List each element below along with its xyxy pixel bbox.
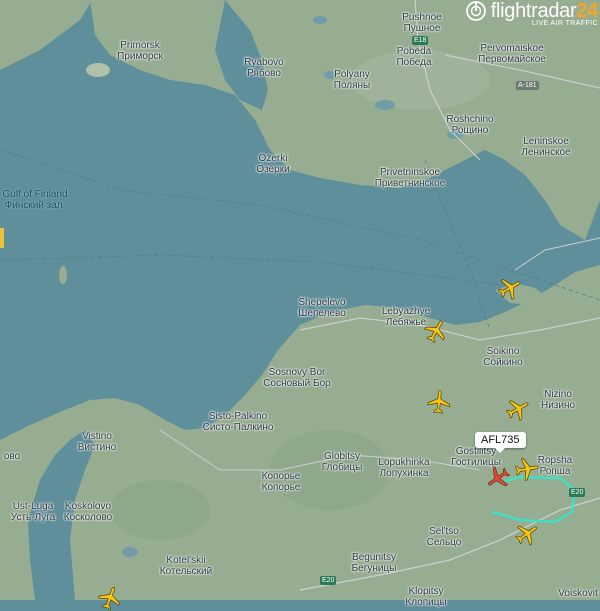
island-primorsk bbox=[86, 63, 110, 77]
aircraft-marker[interactable] bbox=[514, 521, 540, 547]
forest-patch-southwest bbox=[110, 480, 210, 540]
place-label-nizino: Nizino Низино bbox=[540, 389, 576, 411]
brand-header[interactable]: flightradar24 LIVE AIR TRAFFIC bbox=[465, 0, 599, 27]
place-label-seltso: Sel'tso Сельцо bbox=[426, 526, 462, 548]
airplane-icon bbox=[98, 586, 120, 611]
place-label-globitsy: Globitsy Глобицы bbox=[321, 451, 363, 473]
aircraft-marker[interactable] bbox=[423, 318, 449, 344]
lake-4 bbox=[313, 16, 327, 24]
road-shield-e18: E18 bbox=[412, 36, 429, 45]
place-label-pobeda: Pobeda Победа bbox=[396, 46, 432, 68]
airplane-icon bbox=[515, 525, 537, 546]
aircraft-marker[interactable] bbox=[97, 585, 123, 611]
place-label-klopitsy: Klopitsy Клопицы bbox=[405, 586, 447, 608]
aircraft-marker[interactable] bbox=[426, 389, 452, 415]
place-label-ust-luga: Ust-Luga Усть-Луга bbox=[10, 501, 56, 523]
place-label-polyany: Polyany Поляны bbox=[333, 69, 371, 91]
road-shield-e20-east: E20 bbox=[569, 488, 586, 497]
place-label-ovo: ово bbox=[3, 451, 21, 462]
airplane-icon bbox=[424, 320, 445, 344]
selected-flight-callout[interactable]: AFL735 bbox=[475, 432, 526, 453]
place-label-leninskoe: Leninskoe Ленинское bbox=[521, 136, 571, 158]
place-label-privetninskoe: Privetninskoe Приветнинское bbox=[374, 167, 446, 189]
place-label-sosnovy-bor: Sosnovy Bor Сосновый Бор bbox=[263, 367, 331, 389]
place-label-roshchino: Roshchino Рощино bbox=[446, 114, 494, 136]
place-label-gulf-of-finland: Gulf of Finland Финский зал. bbox=[2, 189, 68, 211]
airplane-icon bbox=[514, 458, 539, 481]
road-shield-e20-south: E20 bbox=[320, 576, 337, 585]
place-label-begunitsy: Begunitsy Бегуницы bbox=[351, 552, 397, 574]
road-shield-a181: A-181 bbox=[516, 81, 539, 90]
lake-5 bbox=[122, 547, 138, 557]
brand-name: flightradar24 bbox=[490, 0, 599, 22]
aircraft-marker[interactable] bbox=[505, 396, 531, 422]
place-label-kotelskii: Kotel'skii Котельский bbox=[159, 555, 213, 577]
small-island-west bbox=[59, 266, 67, 284]
left-edge-strip bbox=[0, 228, 4, 248]
place-label-pushnoe: Pushnoe Пушное bbox=[402, 12, 442, 34]
place-label-ropsha: Ropsha Ропша bbox=[537, 455, 573, 477]
place-label-vistino: Vistino Вистино bbox=[77, 431, 117, 453]
aircraft-marker[interactable] bbox=[497, 275, 523, 301]
lake-1 bbox=[375, 100, 395, 110]
place-label-voiskovitsy: Voiskovit bbox=[558, 588, 598, 599]
aircraft-marker[interactable] bbox=[514, 456, 540, 482]
airplane-icon bbox=[488, 466, 510, 487]
airplane-icon bbox=[427, 390, 450, 414]
place-label-lopukhinka: Lopukhinka Лопухинка bbox=[378, 457, 430, 479]
airplane-icon bbox=[505, 400, 529, 421]
place-label-ryabovo: Ryabovo Рябово bbox=[244, 57, 284, 79]
place-label-koporye: Копорье Копорье bbox=[261, 471, 301, 493]
place-label-koskolovo: Koskolovo Косколово bbox=[63, 501, 113, 523]
place-label-sisto-palkino: Sisto-Palkino Систо-Палкино bbox=[202, 411, 274, 433]
place-label-shepelevo: Shepelevo Шепелево bbox=[298, 297, 346, 319]
radar-logo-icon bbox=[465, 1, 486, 21]
airplane-icon bbox=[497, 279, 521, 300]
place-label-pervomaiskoe: Pervomaiskoe Первомайское bbox=[478, 43, 546, 65]
place-label-soikino: Soikino Сойкино bbox=[483, 346, 523, 368]
place-label-ozerki: Ozerki Озерки bbox=[256, 153, 290, 175]
selected-aircraft-marker[interactable] bbox=[485, 465, 511, 491]
place-label-primorsk: Primorsk Приморск bbox=[117, 40, 163, 62]
